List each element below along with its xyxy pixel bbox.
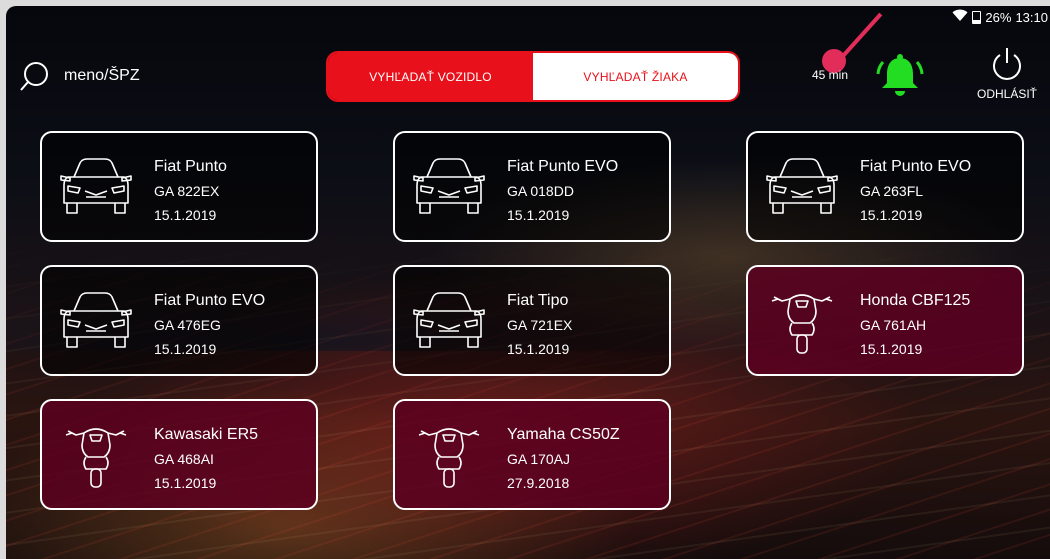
motorcycle-icon [58, 423, 134, 489]
car-icon [411, 289, 487, 355]
wifi-icon [952, 9, 968, 25]
vehicle-name: Fiat Punto EVO [860, 158, 972, 175]
search-student-tab[interactable]: VYHĽADAŤ ŽIAKA [533, 53, 738, 100]
vehicle-card[interactable]: Yamaha CS50Z GA 170AJ 27.9.2018 [393, 399, 671, 510]
motorcycle-icon [764, 289, 840, 355]
vehicle-info: Honda CBF125 GA 761AH 15.1.2019 [860, 289, 970, 361]
search-vehicle-tab[interactable]: VYHĽADAŤ VOZIDLO [328, 53, 533, 100]
search-field[interactable]: meno/ŠPZ [20, 59, 140, 93]
vehicle-name: Kawasaki ER5 [154, 426, 259, 443]
logout-label: ODHLÁSIŤ [976, 87, 1037, 101]
car-icon [58, 289, 134, 355]
status-bar: 26% 13:10 [6, 6, 1050, 28]
vehicle-plate: GA 018DD [507, 183, 574, 199]
vehicle-date: 15.1.2019 [154, 475, 217, 491]
vehicle-plate: GA 822EX [154, 183, 220, 199]
notification-bell-icon[interactable] [874, 50, 926, 107]
power-icon [993, 48, 1021, 80]
vehicle-plate: GA 170AJ [507, 451, 571, 467]
vehicle-info: Fiat Punto GA 822EX 15.1.2019 [154, 155, 227, 227]
vehicle-info: Fiat Punto EVO GA 018DD 15.1.2019 [507, 155, 618, 227]
logout-button[interactable]: ODHLÁSIŤ [970, 46, 1044, 101]
vehicle-info: Kawasaki ER5 GA 468AI 15.1.2019 [154, 423, 258, 495]
vehicle-info: Fiat Punto EVO GA 476EG 15.1.2019 [154, 289, 265, 361]
vehicle-date: 15.1.2019 [507, 207, 570, 223]
vehicle-date: 15.1.2019 [860, 341, 923, 357]
vehicle-date: 27.9.2018 [507, 475, 570, 491]
vehicle-name: Fiat Tipo [507, 292, 569, 309]
vehicle-date: 15.1.2019 [154, 341, 217, 357]
battery-icon [972, 10, 982, 24]
vehicle-name: Yamaha CS50Z [507, 426, 620, 443]
car-icon [58, 155, 134, 221]
vehicle-name: Fiat Punto EVO [507, 158, 619, 175]
car-icon [411, 155, 487, 221]
vehicle-card[interactable]: Honda CBF125 GA 761AH 15.1.2019 [746, 265, 1024, 376]
vehicle-date: 15.1.2019 [507, 341, 570, 357]
vehicle-card[interactable]: Fiat Tipo GA 721EX 15.1.2019 [393, 265, 671, 376]
car-icon [764, 155, 840, 221]
vehicle-card[interactable]: Fiat Punto EVO GA 018DD 15.1.2019 [393, 131, 671, 242]
vehicle-plate: GA 761AH [860, 317, 927, 333]
vehicle-name: Honda CBF125 [860, 292, 971, 309]
vehicle-plate: GA 721EX [507, 317, 573, 333]
vehicle-info: Fiat Tipo GA 721EX 15.1.2019 [507, 289, 572, 361]
vehicle-card[interactable]: Fiat Punto EVO GA 263FL 15.1.2019 [746, 131, 1024, 242]
vehicle-date: 15.1.2019 [154, 207, 217, 223]
vehicle-plate: GA 263FL [860, 183, 924, 199]
vehicle-date: 15.1.2019 [860, 207, 923, 223]
vehicle-info: Yamaha CS50Z GA 170AJ 27.9.2018 [507, 423, 620, 495]
vehicle-info: Fiat Punto EVO GA 263FL 15.1.2019 [860, 155, 971, 227]
battery-level: 26% [985, 9, 1012, 25]
vehicle-card[interactable]: Fiat Punto GA 822EX 15.1.2019 [40, 131, 318, 242]
vehicle-card[interactable]: Fiat Punto EVO GA 476EG 15.1.2019 [40, 265, 318, 376]
session-timer: 45 min [812, 68, 849, 82]
app-screen: 26% 13:10 meno/ŠPZ VYHĽADAŤ VOZIDLO VYHĽ… [6, 6, 1050, 559]
vehicle-name: Fiat Punto EVO [154, 292, 266, 309]
vehicle-card[interactable]: Kawasaki ER5 GA 468AI 15.1.2019 [40, 399, 318, 510]
search-placeholder: meno/ŠPZ [64, 67, 140, 84]
vehicle-name: Fiat Punto [154, 158, 227, 175]
mode-toggle: VYHĽADAŤ VOZIDLO VYHĽADAŤ ŽIAKA [326, 51, 740, 102]
search-icon [20, 62, 48, 91]
vehicle-plate: GA 468AI [154, 451, 214, 467]
motorcycle-icon [411, 423, 487, 489]
vehicle-plate: GA 476EG [154, 317, 221, 333]
clock: 13:10 [1015, 9, 1048, 25]
